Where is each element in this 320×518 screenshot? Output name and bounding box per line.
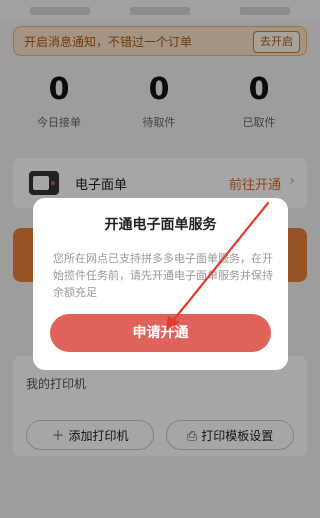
apply-activate-button[interactable]: 申请开通 bbox=[50, 314, 271, 352]
dialog-message: 您所在网点已支持拼多多电子面单服务，在开始揽件任务前，请先开通电子面单服务并保持… bbox=[53, 252, 273, 299]
dialog-title: 开通电子面单服务 bbox=[104, 217, 217, 233]
activate-waybill-dialog: 开通电子面单服务 您所在网点已支持拼多多电子面单服务，在开始揽件任务前，请先开通… bbox=[33, 198, 288, 370]
